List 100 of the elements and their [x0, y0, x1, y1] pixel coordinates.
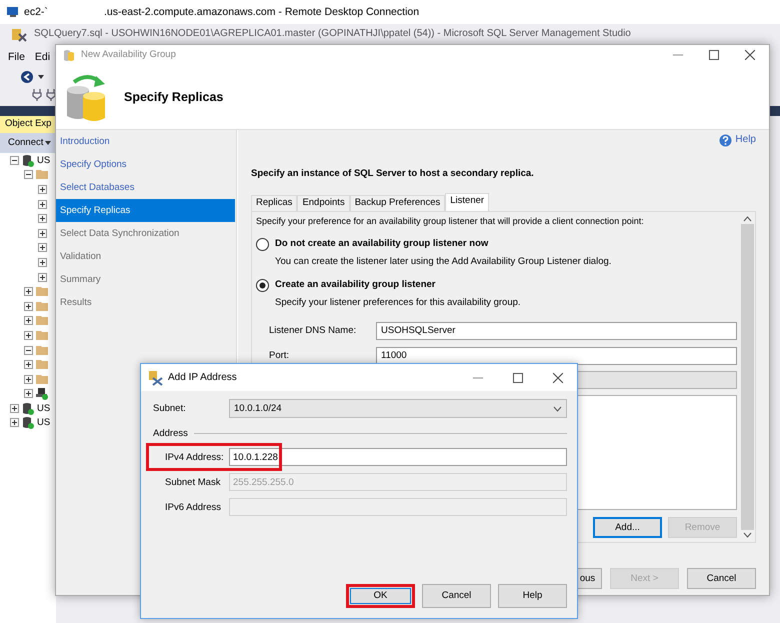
maximize-icon[interactable] [709, 50, 719, 60]
field-label: IPv4 Address: [164, 452, 225, 464]
chevron-down-icon[interactable] [553, 406, 562, 412]
folder-icon [36, 285, 48, 298]
help-link[interactable]: Help [735, 134, 756, 146]
plug-icon[interactable] [32, 89, 42, 101]
input-field[interactable]: 11000 [376, 347, 737, 365]
tab[interactable]: Replicas [251, 195, 298, 211]
expand-icon[interactable] [24, 302, 33, 311]
network-icon [147, 370, 163, 386]
intro-text: Specify your preference for an availability group listener that will provide a client connection point: [256, 215, 645, 228]
expand-icon[interactable] [24, 389, 33, 398]
wizard-step[interactable]: Select Data Synchronization [56, 222, 235, 245]
caret-icon[interactable] [38, 75, 44, 79]
folder-icon [36, 328, 48, 342]
expand-icon[interactable] [38, 200, 47, 209]
tab[interactable]: Listener [445, 193, 490, 211]
folder-icon [36, 372, 48, 386]
disconnect-icon[interactable] [46, 89, 58, 101]
input-field[interactable]: USOHSQLServer [376, 322, 737, 340]
window-title: .us-east-2.compute.amazonaws.com - Remote Desktop Connection [104, 6, 420, 18]
expand-icon[interactable] [38, 228, 47, 238]
server-icon [22, 402, 34, 415]
option-description: Specify your listener preferences for this availability group. [274, 296, 522, 310]
expand-icon[interactable] [38, 243, 47, 252]
close-icon[interactable] [745, 50, 755, 60]
app-icon [10, 26, 28, 42]
field-label: Subnet Mask [164, 476, 222, 488]
collapse-icon[interactable] [24, 346, 33, 355]
button[interactable]: Cancel [422, 584, 491, 608]
wizard-step[interactable]: Validation [56, 245, 235, 268]
field-label: Subnet: [153, 402, 187, 414]
button[interactable]: Cancel [687, 568, 756, 589]
server-icon [22, 416, 34, 430]
instruction-text: Specify an instance of SQL Server to host a secondary replica. [251, 168, 535, 180]
option-description: You can create the listener later using the Add Availability Group Listener dialog. [274, 255, 612, 269]
collapse-icon[interactable] [10, 156, 19, 165]
caret-icon[interactable] [45, 141, 52, 145]
group-label: Address [153, 428, 188, 440]
window-title: ec2-` [24, 6, 48, 18]
collapse-icon[interactable] [24, 170, 33, 180]
tree-item[interactable]: US [37, 417, 50, 429]
input-field[interactable]: 10.0.1.228 [229, 448, 567, 466]
maximize-icon[interactable] [513, 372, 523, 382]
dropdown-value: 10.0.1.0/24 [234, 402, 282, 414]
option-label[interactable]: Create an availability group listener [275, 279, 436, 291]
expand-icon[interactable] [38, 214, 47, 224]
field-label: Port: [269, 350, 290, 362]
scrollbar-thumb[interactable] [740, 224, 754, 530]
radio-button[interactable] [256, 238, 269, 250]
menu-item[interactable]: File [8, 50, 25, 64]
close-icon[interactable] [553, 372, 563, 382]
button[interactable]: Help [498, 584, 567, 608]
scroll-down-icon[interactable] [742, 532, 752, 538]
expand-icon[interactable] [24, 330, 33, 340]
button[interactable]: Add... [593, 517, 662, 538]
server-icon [22, 154, 34, 167]
remote-desktop-icon [6, 5, 20, 19]
window-title: SQLQuery7.sql - USOHWIN16NODE01\AGREPLICA01.master (GOPINATHJI\ppatel (54)) - Microsoft SQL Server Management Studio [34, 28, 631, 40]
help-icon[interactable] [719, 134, 732, 146]
wizard-step[interactable]: Introduction [56, 130, 235, 153]
panel-tab[interactable]: Object Exp [0, 116, 56, 133]
window-title: New Availability Group [81, 49, 176, 61]
expand-icon[interactable] [38, 184, 47, 194]
expand-icon[interactable] [24, 374, 33, 384]
database-icon [62, 48, 76, 62]
input-field: 255.255.255.0 [229, 473, 567, 492]
folder-icon [36, 314, 48, 328]
wizard-step[interactable]: Select Databases [56, 176, 235, 199]
subnet-dropdown[interactable]: 10.0.1.0/24 [229, 399, 567, 418]
scroll-up-icon[interactable] [742, 216, 752, 222]
wizard-step[interactable]: Specify Replicas [56, 199, 235, 222]
folder-icon [36, 344, 48, 357]
expand-icon[interactable] [10, 404, 19, 413]
expand-icon[interactable] [24, 316, 33, 326]
expand-icon[interactable] [10, 418, 19, 428]
wizard-step[interactable]: Specify Options [56, 153, 235, 176]
radio-button[interactable] [256, 278, 269, 292]
button[interactable]: OK [346, 584, 415, 608]
folder-icon [36, 358, 48, 372]
field-label: IPv6 Address [164, 502, 222, 514]
folder-icon [36, 168, 48, 182]
wizard-step[interactable]: Results [56, 291, 235, 314]
expand-icon[interactable] [24, 287, 33, 296]
agent-icon [36, 387, 48, 400]
page-heading: Specify Replicas [124, 90, 224, 104]
folder-icon [36, 300, 48, 313]
field-label: Listener DNS Name: [269, 325, 358, 337]
expand-icon[interactable] [24, 360, 33, 370]
option-label[interactable]: Do not create an availability group listener now [275, 238, 488, 250]
tab[interactable]: Backup Preferences [350, 195, 446, 211]
menu-item[interactable]: Edi [34, 50, 50, 64]
tree-item[interactable]: US [37, 402, 50, 414]
expand-icon[interactable] [38, 272, 47, 282]
tab[interactable]: Endpoints [297, 195, 350, 211]
wizard-step[interactable]: Summary [56, 268, 235, 291]
tree-item[interactable]: US [37, 154, 50, 166]
back-icon[interactable] [20, 70, 34, 84]
dialog-title: Add IP Address [168, 372, 237, 384]
expand-icon[interactable] [38, 258, 47, 267]
